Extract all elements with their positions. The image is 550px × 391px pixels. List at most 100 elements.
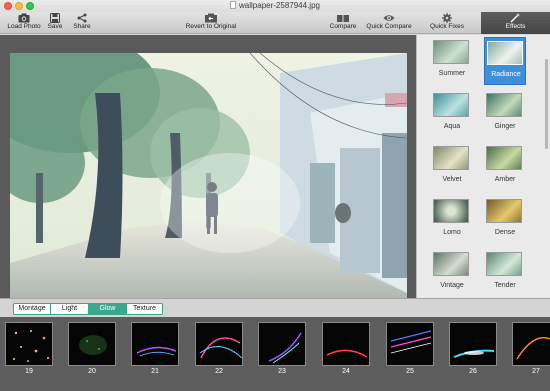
effect-thumbnail [195, 322, 243, 366]
title-bar: wallpaper-2587944.jpg [0, 0, 550, 12]
preset-tender[interactable]: Tender [484, 249, 526, 297]
camera-icon [18, 13, 30, 23]
preset-thumbnail [486, 252, 522, 276]
window-title-text: wallpaper-2587944.jpg [239, 1, 320, 10]
preset-thumbnail [433, 40, 469, 64]
photo-street-scene [10, 53, 407, 310]
preset-label: Tender [494, 282, 516, 289]
preset-aqua[interactable]: Aqua [431, 90, 473, 138]
effects-button[interactable]: Effects [481, 12, 550, 34]
glow-effect-27[interactable]: 27 [510, 322, 550, 377]
glow-effect-24[interactable]: 24 [320, 322, 372, 377]
save-button[interactable]: Save [44, 12, 66, 34]
effect-thumbnail [512, 322, 550, 366]
effect-number: 25 [406, 368, 414, 375]
save-icon [50, 13, 60, 23]
preset-thumbnail [433, 93, 469, 117]
preset-velvet[interactable]: Velvet [431, 143, 473, 191]
preset-lomo[interactable]: Lomo [431, 196, 473, 244]
effect-thumbnail [68, 322, 116, 366]
share-icon [77, 13, 87, 23]
glow-effect-23[interactable]: 23 [256, 322, 308, 377]
effect-thumbnail [449, 322, 497, 366]
preset-thumbnail [486, 199, 522, 223]
preset-summer[interactable]: Summer [431, 37, 473, 85]
tab-montage[interactable]: Montage [14, 304, 51, 314]
effect-thumbnail [131, 322, 179, 366]
tab-texture[interactable]: Texture [127, 304, 162, 314]
arc-glow-preview [516, 337, 550, 360]
toolbar: Load Photo Save Share Revert to Original [0, 12, 550, 34]
effect-number: 22 [215, 368, 223, 375]
preset-label: Summer [438, 70, 466, 77]
glow-effect-20[interactable]: 20 [66, 322, 118, 377]
swirl-glow-preview [199, 337, 242, 359]
wave-glow-preview [268, 332, 302, 364]
preset-amber[interactable]: Amber [484, 143, 526, 191]
photo-preview[interactable] [10, 53, 407, 310]
effects-label: Effects [505, 23, 526, 30]
revert-label: Revert to Original [185, 23, 237, 30]
preset-thumbnail [433, 199, 469, 223]
quick-compare-label: Quick Compare [366, 23, 412, 30]
share-button[interactable]: Share [70, 12, 94, 34]
preset-label: Amber [494, 176, 516, 183]
preset-dense[interactable]: Dense [484, 196, 526, 244]
preset-vintage[interactable]: Vintage [431, 249, 473, 297]
preset-label: Lomo [443, 229, 461, 236]
effect-number: 24 [342, 368, 350, 375]
preset-thumbnail [486, 146, 522, 170]
sparkle-bokeh-preview [13, 330, 50, 362]
save-label: Save [47, 23, 63, 30]
revert-to-original-button[interactable]: Revert to Original [180, 12, 242, 34]
compare-button[interactable]: Compare [329, 12, 357, 34]
effect-number: 19 [25, 368, 33, 375]
effect-number: 20 [88, 368, 96, 375]
preset-label: Dense [494, 229, 516, 236]
glow-effect-26[interactable]: 26 [447, 322, 499, 377]
effect-number: 23 [278, 368, 286, 375]
quick-fixes-label: Quick Fixes [430, 23, 464, 30]
effect-thumbnail [5, 322, 53, 366]
laser-glow-preview [390, 330, 432, 354]
preset-label: Velvet [442, 176, 462, 183]
effect-thumbnail [386, 322, 434, 366]
preset-ginger[interactable]: Ginger [484, 90, 526, 138]
share-label: Share [73, 23, 91, 30]
window-title: wallpaper-2587944.jpg [0, 0, 550, 12]
bottom-panel: Montage Light Glow Texture 19 20 21 22 2… [0, 298, 550, 391]
effect-thumbnail [258, 322, 306, 366]
preset-thumbnail [487, 41, 523, 65]
effects-scrollbar[interactable] [545, 59, 548, 149]
compare-label: Compare [329, 23, 357, 30]
glow-effect-22[interactable]: 22 [193, 322, 245, 377]
gear-icon [442, 13, 452, 23]
load-photo-button[interactable]: Load Photo [4, 12, 44, 34]
preset-label: Ginger [494, 123, 516, 130]
glow-effect-25[interactable]: 25 [384, 322, 436, 377]
category-tabs: Montage Light Glow Texture [13, 303, 163, 315]
quick-compare-button[interactable]: Quick Compare [366, 12, 412, 34]
tab-light[interactable]: Light [51, 304, 89, 314]
blue-flare-preview [453, 349, 495, 358]
effect-number: 27 [532, 368, 540, 375]
eye-icon [383, 15, 395, 21]
green-glow-preview [79, 335, 107, 355]
preset-thumbnail [433, 252, 469, 276]
preset-thumbnail [433, 146, 469, 170]
document-icon [230, 1, 237, 9]
effect-number: 21 [151, 368, 159, 375]
preset-thumbnail [486, 93, 522, 117]
quick-fixes-button[interactable]: Quick Fixes [428, 12, 466, 34]
revert-icon [205, 13, 217, 23]
preset-radiance[interactable]: Radiance [484, 37, 526, 85]
glow-effect-19[interactable]: 19 [3, 322, 55, 377]
effects-panel: Summer Radiance Aqua Ginger Velvet Amber… [416, 35, 550, 298]
canvas-area [0, 35, 416, 310]
light-streak-preview [136, 346, 177, 357]
effect-number: 26 [469, 368, 477, 375]
red-ribbon-preview [326, 349, 368, 358]
glow-effect-21[interactable]: 21 [129, 322, 181, 377]
magic-wand-icon [510, 13, 520, 23]
tab-glow[interactable]: Glow [89, 304, 127, 314]
